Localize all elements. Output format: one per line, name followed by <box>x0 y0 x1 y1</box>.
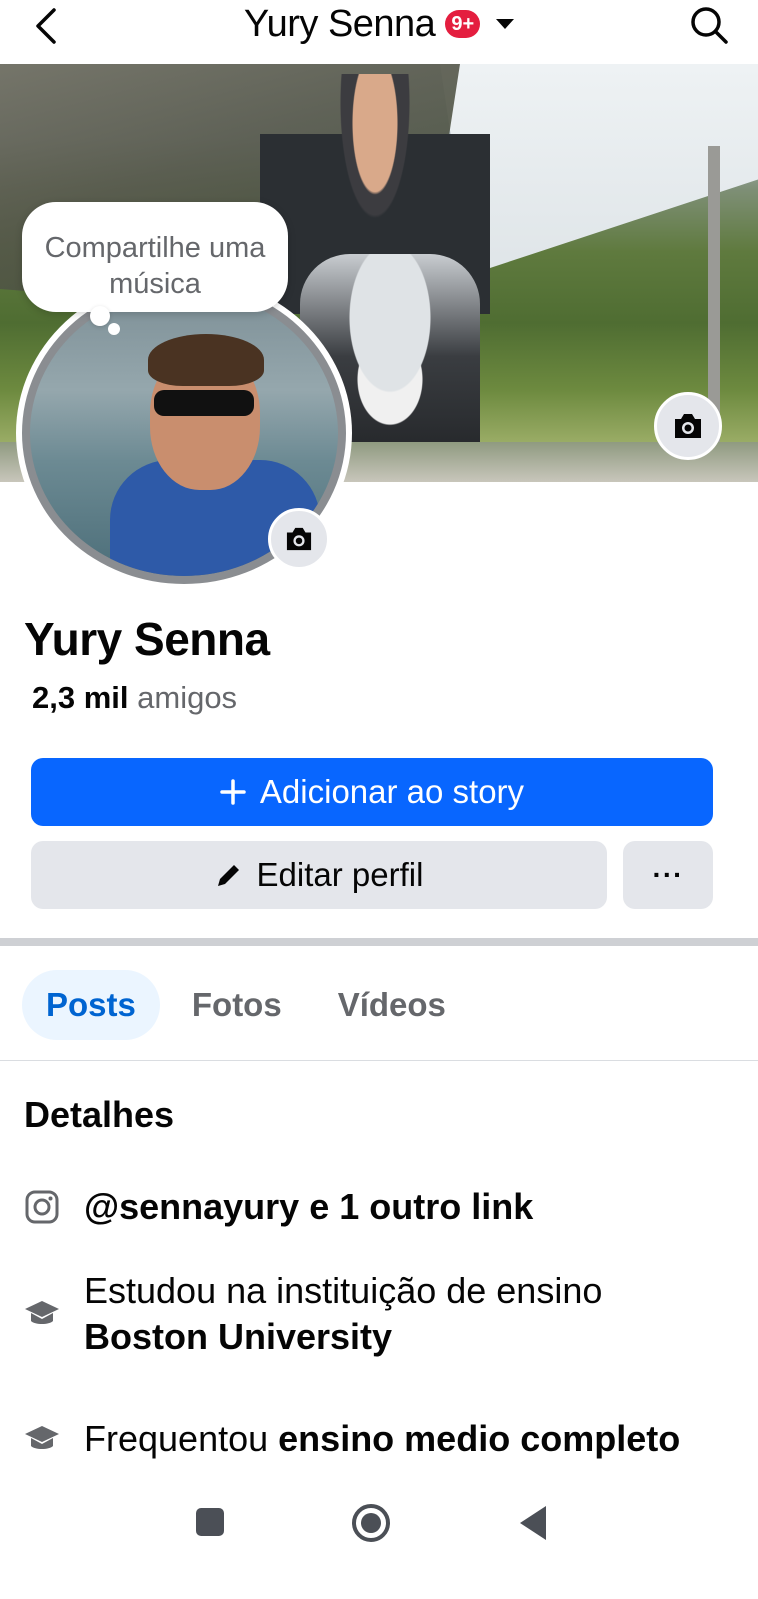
edit-avatar-button[interactable] <box>268 508 330 570</box>
detail-instagram[interactable]: @sennayury e 1 outro link <box>22 1184 533 1230</box>
friends-count-label: amigos <box>137 680 238 715</box>
tab-videos[interactable]: Vídeos <box>314 970 470 1040</box>
details-heading: Detalhes <box>24 1094 175 1135</box>
avatar-sunglasses <box>154 390 254 416</box>
instagram-icon <box>22 1187 62 1227</box>
friends-count-number: 2,3 mil <box>32 680 129 715</box>
profile-switcher[interactable]: Yury Senna 9+ <box>0 2 758 46</box>
tab-posts[interactable]: Posts <box>22 970 160 1040</box>
profile-tabs: Posts Fotos Vídeos <box>22 970 470 1040</box>
university-name: Boston University <box>84 1316 393 1357</box>
detail-university[interactable]: Estudou na instituição de ensino Boston … <box>22 1268 602 1360</box>
recents-icon[interactable] <box>196 1508 224 1536</box>
edit-profile-label: Editar perfil <box>256 856 424 893</box>
profile-name: Yury Senna <box>24 613 270 665</box>
more-options-button[interactable]: ··· <box>623 841 713 909</box>
university-prefix: Estudou na instituição de ensino <box>84 1270 603 1311</box>
instagram-link-text: @sennayury e 1 outro link <box>84 1186 534 1227</box>
edit-cover-button[interactable] <box>654 392 722 460</box>
top-bar: Yury Senna 9+ <box>0 0 758 64</box>
graduation-cap-icon <box>22 1294 62 1334</box>
edit-profile-button[interactable]: Editar perfil <box>31 841 607 909</box>
note-bubble-tail-small <box>108 323 120 335</box>
caret-down-icon <box>496 19 515 29</box>
notification-badge: 9+ <box>445 10 481 38</box>
avatar-hair <box>148 334 264 386</box>
more-icon: ··· <box>652 859 684 890</box>
search-button[interactable] <box>686 2 732 48</box>
search-icon <box>691 7 728 44</box>
plus-icon <box>220 779 246 805</box>
system-back-icon[interactable] <box>520 1506 546 1540</box>
note-bubble[interactable]: Compartilhe uma música <box>22 202 288 312</box>
friends-count[interactable]: 2,3 mil amigos <box>32 680 237 716</box>
section-divider <box>0 938 758 946</box>
note-bubble-text: Compartilhe uma música <box>44 232 266 300</box>
graduation-cap-icon <box>22 1419 62 1459</box>
high-school-prefix: Frequentou <box>84 1418 269 1459</box>
add-to-story-button[interactable]: Adicionar ao story <box>31 758 713 826</box>
tab-fotos[interactable]: Fotos <box>168 970 306 1040</box>
note-bubble-tail <box>90 306 110 326</box>
home-icon[interactable] <box>352 1504 390 1542</box>
camera-icon <box>286 527 312 551</box>
pencil-icon <box>217 865 239 886</box>
page-title: Yury Senna <box>243 2 436 45</box>
high-school-name: ensino medio completo <box>278 1418 681 1459</box>
camera-icon <box>675 414 701 438</box>
system-nav-bar <box>0 1484 758 1599</box>
tabs-divider <box>0 1060 758 1061</box>
add-to-story-label: Adicionar ao story <box>259 773 525 810</box>
detail-high-school[interactable]: Frequentou ensino medio completo <box>22 1398 684 1480</box>
